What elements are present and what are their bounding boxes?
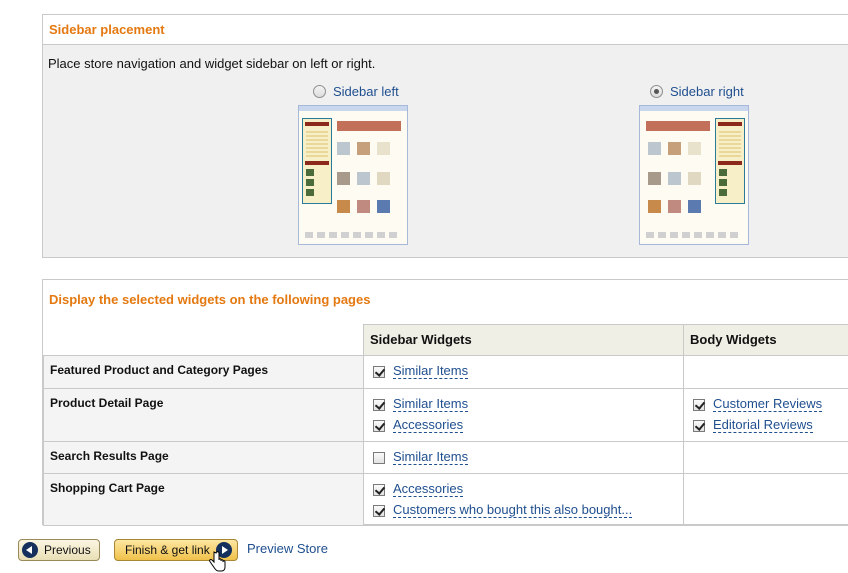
column-header-body-widgets: Body Widgets xyxy=(683,324,848,356)
widget-option[interactable]: Similar Items xyxy=(373,394,683,415)
sidebar-widgets-cell: Accessories Customers who bought this al… xyxy=(363,473,684,526)
sidebar-left-radio[interactable] xyxy=(313,85,326,98)
previous-button-label: Previous xyxy=(44,543,91,557)
sidebar-right-option[interactable]: Sidebar right xyxy=(650,84,744,99)
body-widgets-cell xyxy=(683,473,848,526)
widget-option[interactable]: Customer Reviews xyxy=(693,394,848,415)
widget-pages-table: Sidebar Widgets Body Widgets Featured Pr… xyxy=(43,324,848,526)
sidebar-widgets-cell: Similar Items Accessories xyxy=(363,388,684,442)
sidebar-right-label[interactable]: Sidebar right xyxy=(670,84,744,99)
customer-reviews-link[interactable]: Customer Reviews xyxy=(713,397,823,412)
preview-store-link[interactable]: Preview Store xyxy=(247,541,328,556)
table-row: Search Results Page Similar Items xyxy=(43,441,848,474)
similar-items-link[interactable]: Similar Items xyxy=(393,397,469,412)
hand-cursor-icon xyxy=(209,551,226,572)
widget-pages-title: Display the selected widgets on the foll… xyxy=(49,292,371,307)
widget-option[interactable]: Customers who bought this also bought... xyxy=(373,500,683,521)
similar-items-link[interactable]: Similar Items xyxy=(393,364,469,379)
sidebar-left-preview-image[interactable] xyxy=(298,105,408,245)
sidebar-placement-description: Place store navigation and widget sideba… xyxy=(48,56,376,71)
editorial-reviews-checkbox[interactable] xyxy=(693,419,705,432)
sidebar-placement-panel: Sidebar placement Place store navigation… xyxy=(42,14,848,258)
widget-pages-panel: Display the selected widgets on the foll… xyxy=(42,279,848,526)
body-widgets-cell: Customer Reviews Editorial Reviews xyxy=(683,388,848,442)
customer-reviews-checkbox[interactable] xyxy=(693,398,705,411)
sidebar-right-radio[interactable] xyxy=(650,85,663,98)
customers-also-bought-link[interactable]: Customers who bought this also bought... xyxy=(393,503,633,518)
row-label-shopping-cart: Shopping Cart Page xyxy=(43,473,364,526)
finish-button-label: Finish & get link xyxy=(125,543,210,557)
widget-option[interactable]: Accessories xyxy=(373,479,683,500)
accessories-checkbox[interactable] xyxy=(373,483,385,496)
row-label-featured: Featured Product and Category Pages xyxy=(43,355,364,389)
accessories-link[interactable]: Accessories xyxy=(393,482,464,497)
sidebar-left-label[interactable]: Sidebar left xyxy=(333,84,399,99)
body-widgets-cell xyxy=(683,441,848,474)
arrow-left-icon xyxy=(22,542,38,558)
widget-option[interactable]: Accessories xyxy=(373,415,683,436)
editorial-reviews-link[interactable]: Editorial Reviews xyxy=(713,418,813,433)
sidebar-widgets-cell: Similar Items xyxy=(363,441,684,474)
table-row: Shopping Cart Page Accessories Customers… xyxy=(43,473,848,526)
widget-option[interactable]: Editorial Reviews xyxy=(693,415,848,436)
widget-option[interactable]: Similar Items xyxy=(373,361,683,382)
sidebar-placement-title: Sidebar placement xyxy=(43,15,848,45)
sidebar-placement-body: Place store navigation and widget sideba… xyxy=(43,45,848,257)
similar-items-checkbox[interactable] xyxy=(373,451,385,464)
customers-also-bought-checkbox[interactable] xyxy=(373,504,385,517)
sidebar-widgets-cell: Similar Items xyxy=(363,355,684,389)
column-header-sidebar-widgets: Sidebar Widgets xyxy=(363,324,684,356)
sidebar-left-option[interactable]: Sidebar left xyxy=(313,84,399,99)
row-label-search-results: Search Results Page xyxy=(43,441,364,474)
table-header-row: Sidebar Widgets Body Widgets xyxy=(43,324,848,356)
similar-items-checkbox[interactable] xyxy=(373,398,385,411)
previous-button[interactable]: Previous xyxy=(18,539,100,561)
table-row: Featured Product and Category Pages Simi… xyxy=(43,355,848,389)
table-header-blank xyxy=(43,324,364,356)
accessories-checkbox[interactable] xyxy=(373,419,385,432)
body-widgets-cell xyxy=(683,355,848,389)
widget-option[interactable]: Similar Items xyxy=(373,447,683,468)
accessories-link[interactable]: Accessories xyxy=(393,418,464,433)
table-row: Product Detail Page Similar Items Access… xyxy=(43,388,848,442)
row-label-product-detail: Product Detail Page xyxy=(43,388,364,442)
similar-items-checkbox[interactable] xyxy=(373,365,385,378)
similar-items-link[interactable]: Similar Items xyxy=(393,450,469,465)
sidebar-right-preview-image[interactable] xyxy=(639,105,749,245)
